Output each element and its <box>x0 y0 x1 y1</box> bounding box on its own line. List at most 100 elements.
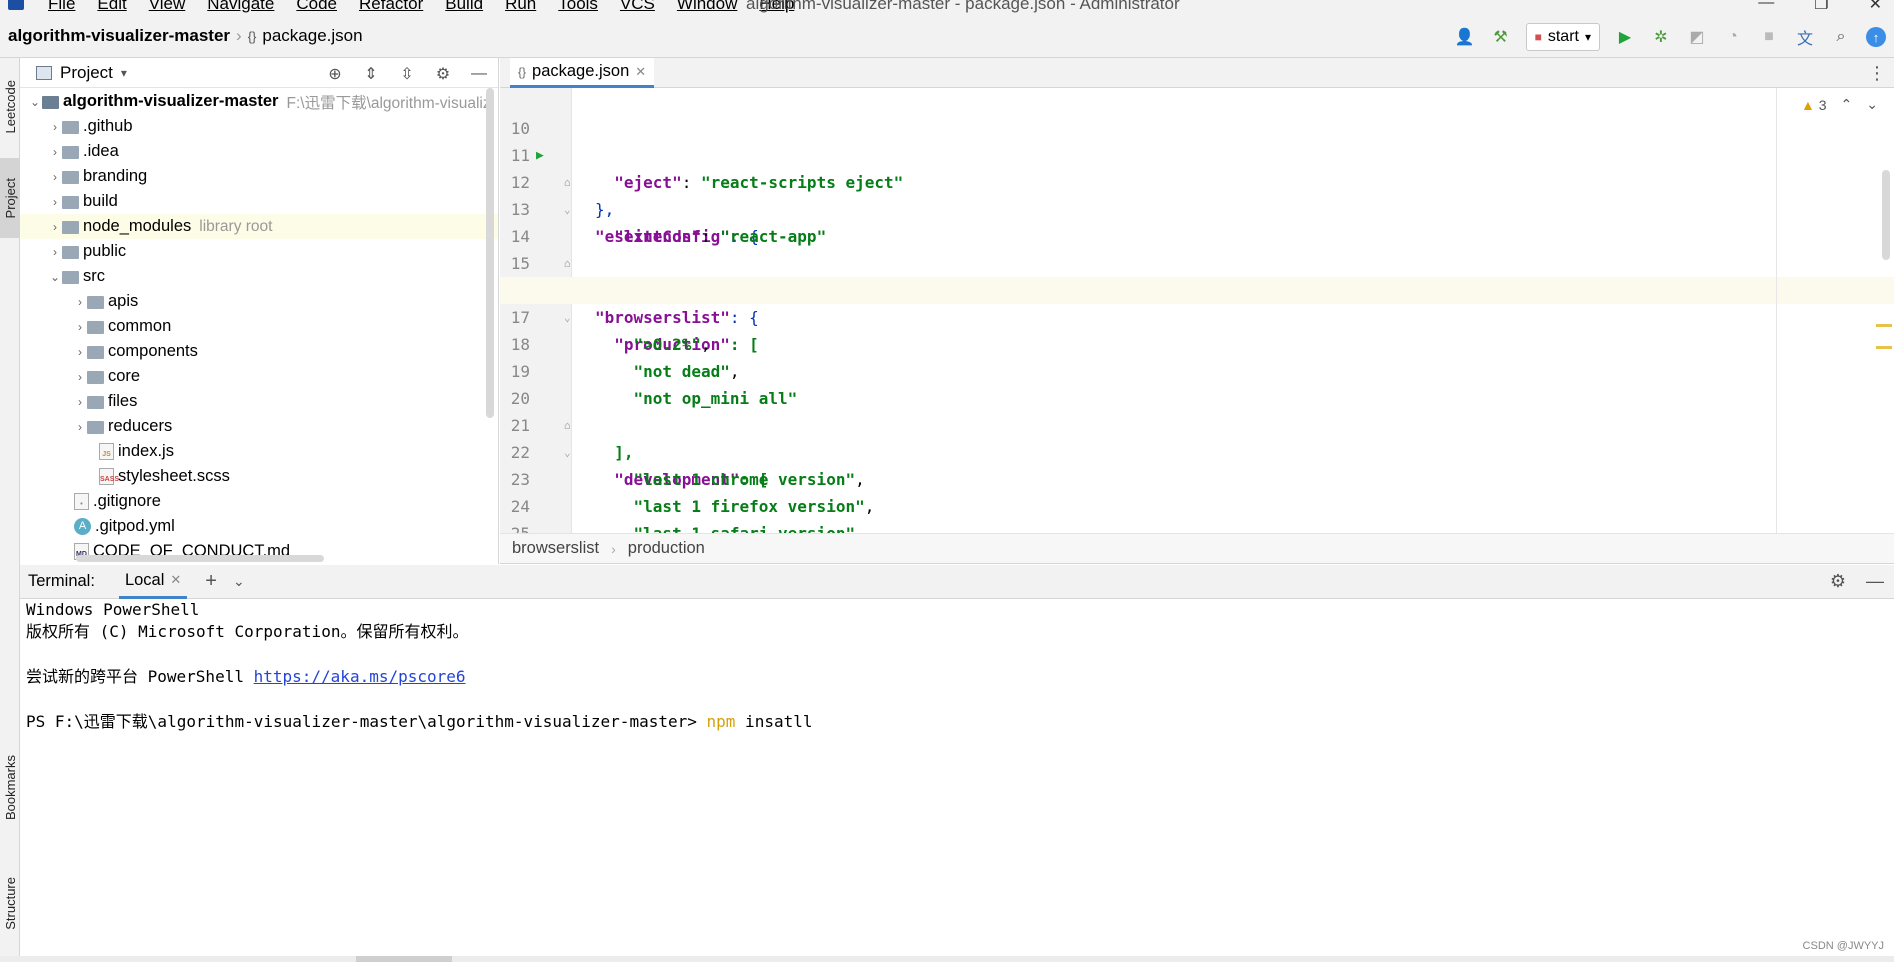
gear-icon[interactable]: ⚙ <box>1830 571 1846 592</box>
hide-panel-icon[interactable]: — <box>1866 571 1884 592</box>
chevron-right-icon[interactable]: › <box>73 370 87 384</box>
chevron-down-icon[interactable]: ▾ <box>121 66 127 80</box>
tree-item-label: .idea <box>83 142 119 160</box>
tree-item-index-js[interactable]: JS index.js <box>20 439 498 464</box>
chevron-right-icon[interactable]: › <box>73 320 87 334</box>
chevron-right-icon[interactable]: › <box>73 420 87 434</box>
minimize-icon[interactable]: — <box>1758 0 1774 14</box>
inspection-widget[interactable]: ▲ 3 ⌃ ⌄ <box>1801 96 1878 113</box>
tree-item-components[interactable]: › components <box>20 339 498 364</box>
more-vertical-icon[interactable]: ⋮ <box>1868 63 1886 84</box>
tree-root[interactable]: ⌄ algorithm-visualizer-master F:\迅雷下载\al… <box>20 89 498 114</box>
tree-item-branding[interactable]: › branding <box>20 164 498 189</box>
locate-file-icon[interactable]: ⊕ <box>324 63 346 85</box>
chevron-down-icon[interactable]: ⌄ <box>28 95 42 109</box>
expand-all-icon[interactable]: ⇕ <box>360 63 382 85</box>
main-toolbar: 👤 ⚒ ■ start ▾ ▶ ✲ ◩ ◔ ■ 文 ⌕ ↑ <box>1454 23 1886 51</box>
user-account-icon[interactable]: 👤 <box>1454 26 1476 48</box>
profile-icon[interactable]: ◔ <box>1722 26 1744 48</box>
coverage-icon[interactable]: ◩ <box>1686 26 1708 48</box>
chevron-right-icon[interactable]: › <box>48 145 62 159</box>
terminal-horizontal-scrollbar[interactable] <box>356 956 452 962</box>
nav-file-name[interactable]: package.json <box>262 26 362 46</box>
terminal-link[interactable]: https://aka.ms/pscore6 <box>254 667 466 686</box>
build-hammer-icon[interactable]: ⚒ <box>1490 26 1512 48</box>
menu-run[interactable]: Run <box>505 0 536 14</box>
project-horizontal-scrollbar[interactable] <box>76 555 324 562</box>
run-icon[interactable]: ▶ <box>1614 26 1636 48</box>
menu-tools[interactable]: Tools <box>558 0 598 14</box>
chevron-right-icon[interactable]: › <box>48 195 62 209</box>
search-icon[interactable]: ⌕ <box>1830 26 1852 48</box>
editor-tab-package-json[interactable]: {} package.json ✕ <box>510 58 655 88</box>
menu-vcs[interactable]: VCS <box>620 0 655 14</box>
menu-file[interactable]: File <box>48 0 75 14</box>
hide-panel-icon[interactable]: — <box>468 63 490 85</box>
chevron-right-icon[interactable]: › <box>48 220 62 234</box>
tree-item-reducers[interactable]: › reducers <box>20 414 498 439</box>
tree-item-gitpod[interactable]: A .gitpod.yml <box>20 514 498 539</box>
tree-item-src[interactable]: ⌄ src <box>20 264 498 289</box>
breadcrumb-item[interactable]: browserslist <box>512 539 599 558</box>
tree-item-github[interactable]: › .github <box>20 114 498 139</box>
menu-edit[interactable]: Edit <box>97 0 126 14</box>
chevron-right-icon[interactable]: › <box>73 345 87 359</box>
warning-count[interactable]: ▲ 3 <box>1801 97 1827 113</box>
chevron-right-icon[interactable]: › <box>73 295 87 309</box>
tool-tab-structure[interactable]: Structure <box>0 858 20 948</box>
translate-icon[interactable]: 文 <box>1794 26 1816 48</box>
tree-item-gitignore[interactable]: • .gitignore <box>20 489 498 514</box>
menu-navigate[interactable]: Navigate <box>207 0 274 14</box>
chevron-right-icon[interactable]: › <box>48 245 62 259</box>
nav-project-name[interactable]: algorithm-visualizer-master <box>8 26 230 46</box>
collapse-all-icon[interactable]: ⇳ <box>396 63 418 85</box>
project-vertical-scrollbar[interactable] <box>486 88 494 418</box>
debug-bug-icon[interactable]: ✲ <box>1650 26 1672 48</box>
update-icon[interactable]: ↑ <box>1866 27 1886 47</box>
tree-item-apis[interactable]: › apis <box>20 289 498 314</box>
close-icon[interactable]: ✕ <box>170 572 181 588</box>
close-icon[interactable]: ✕ <box>635 64 646 80</box>
close-window-icon[interactable]: ✕ <box>1869 0 1882 14</box>
window-controls: — ❐ ✕ <box>1758 0 1882 14</box>
chevron-right-icon[interactable]: › <box>73 395 87 409</box>
folder-icon <box>62 271 79 284</box>
tree-item-public[interactable]: › public <box>20 239 498 264</box>
next-highlight-icon[interactable]: ⌄ <box>1866 96 1878 113</box>
folder-icon <box>87 321 104 334</box>
code-line: 14 ⌂ }, <box>500 196 1894 300</box>
menu-window[interactable]: Window <box>677 0 737 14</box>
menu-view[interactable]: View <box>149 0 186 14</box>
menu-code[interactable]: Code <box>296 0 337 14</box>
tool-tab-bookmarks[interactable]: Bookmarks <box>0 738 20 838</box>
chevron-down-icon[interactable]: ⌄ <box>48 270 62 284</box>
run-config-selector[interactable]: ■ start ▾ <box>1525 23 1600 51</box>
maximize-icon[interactable]: ❐ <box>1814 0 1828 14</box>
project-panel-title[interactable]: Project <box>60 63 113 83</box>
terminal-output[interactable]: Windows PowerShell 版权所有 (C) Microsoft Co… <box>20 599 1894 955</box>
stop-icon[interactable]: ■ <box>1758 26 1780 48</box>
menu-build[interactable]: Build <box>445 0 483 14</box>
tree-item-idea[interactable]: › .idea <box>20 139 498 164</box>
tree-item-common[interactable]: › common <box>20 314 498 339</box>
chevron-down-icon[interactable]: ⌄ <box>233 573 245 590</box>
terminal-tab-local[interactable]: Local ✕ <box>118 565 188 599</box>
tool-tab-leetcode[interactable]: Leetcode <box>0 62 20 152</box>
previous-highlight-icon[interactable]: ⌃ <box>1841 96 1853 113</box>
tree-item-files[interactable]: › files <box>20 389 498 414</box>
warning-marker[interactable] <box>1876 324 1892 327</box>
editor-vertical-scrollbar[interactable] <box>1882 170 1890 260</box>
menu-refactor[interactable]: Refactor <box>359 0 423 14</box>
gear-icon[interactable]: ⚙ <box>432 63 454 85</box>
tree-item-core[interactable]: › core <box>20 364 498 389</box>
chevron-right-icon[interactable]: › <box>48 170 62 184</box>
breadcrumb-item[interactable]: production <box>628 539 705 558</box>
tree-item-stylesheet[interactable]: SASS stylesheet.scss <box>20 464 498 489</box>
warning-marker[interactable] <box>1876 346 1892 349</box>
tool-tab-project[interactable]: Project <box>0 158 20 238</box>
new-terminal-icon[interactable]: + <box>205 570 217 593</box>
tree-item-build[interactable]: › build <box>20 189 498 214</box>
code-editor[interactable]: 10 ▶ "eject": "react-scripts eject" 11 ⌂… <box>500 88 1894 533</box>
tree-item-node-modules[interactable]: › node_modules library root <box>20 214 498 239</box>
chevron-right-icon[interactable]: › <box>48 120 62 134</box>
